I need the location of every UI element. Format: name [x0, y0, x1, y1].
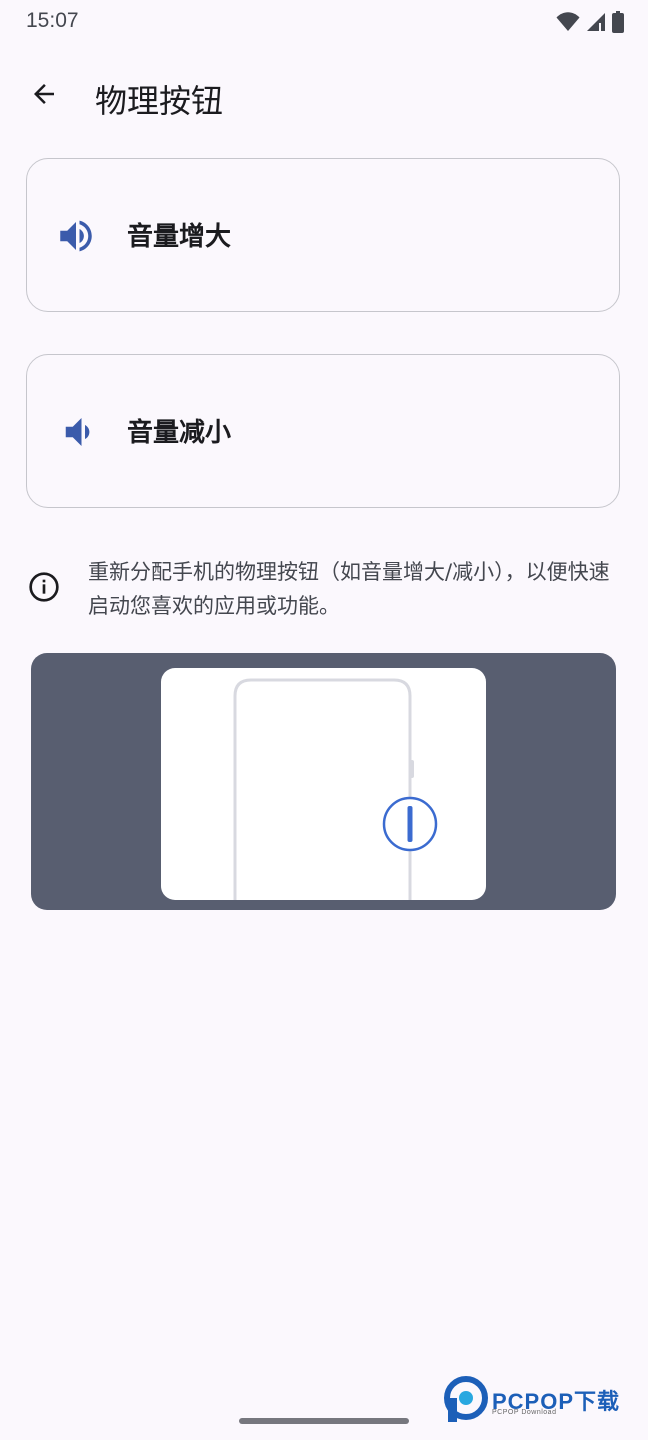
- top-app-bar: 物理按钮: [0, 60, 648, 132]
- gesture-nav-handle[interactable]: [239, 1418, 409, 1424]
- status-time: 15:07: [26, 9, 79, 32]
- watermark-subtext: PCPOP Download: [492, 1409, 557, 1416]
- cellular-signal-icon: [587, 13, 605, 31]
- volume-down-icon: [65, 418, 90, 446]
- illustration-panel: [161, 668, 486, 900]
- phone-illustration: [31, 653, 616, 910]
- volume-up-label: 音量增大: [127, 222, 232, 252]
- volume-up-button-card[interactable]: 音量增大: [26, 158, 620, 312]
- volume-down-button-card[interactable]: 音量减小: [26, 354, 620, 508]
- info-row: 重新分配手机的物理按钮（如音量增大/减小），以便快速启动您喜欢的应用或功能。: [26, 555, 626, 635]
- info-icon: [29, 572, 59, 602]
- status-icons: [556, 11, 624, 33]
- phone-side-button-illustration: [233, 678, 438, 900]
- page-title: 物理按钮: [95, 82, 224, 120]
- wifi-icon: [556, 12, 580, 31]
- info-text: 重新分配手机的物理按钮（如音量增大/减小），以便快速启动您喜欢的应用或功能。: [88, 560, 610, 618]
- arrow-back-icon: [34, 84, 54, 104]
- status-bar: 15:07: [0, 0, 648, 44]
- battery-icon: [612, 11, 624, 33]
- back-button[interactable]: [20, 70, 68, 118]
- watermark: PCPOP下载 PCPOP Download: [444, 1376, 644, 1426]
- volume-down-label: 音量减小: [127, 418, 232, 448]
- volume-up-icon: [60, 220, 92, 252]
- pcpop-logo-icon: [444, 1376, 488, 1422]
